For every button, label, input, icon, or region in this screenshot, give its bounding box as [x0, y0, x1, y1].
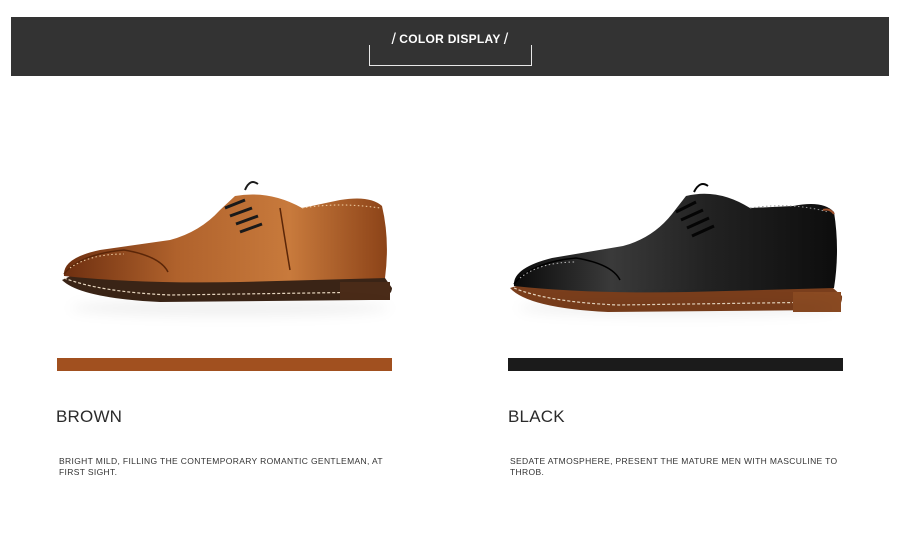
- slash-icon: /: [503, 31, 509, 48]
- shoe-shadow: [518, 300, 838, 316]
- color-name-brown: BROWN: [56, 407, 123, 426]
- color-name-black: BLACK: [508, 407, 565, 426]
- slash-icon: /: [391, 31, 397, 48]
- color-description-brown: BRIGHT MILD, FILLING THE CONTEMPORARY RO…: [59, 456, 383, 477]
- brown-shoe-panel: [40, 150, 410, 360]
- black-shoe-panel: [488, 150, 858, 360]
- shoe-shadow: [70, 300, 390, 316]
- header-title: / COLOR DISPLAY /: [369, 30, 531, 49]
- brown-shoe-image: [62, 181, 392, 302]
- black-shoe-image: [510, 183, 843, 312]
- brown-color-swatch: [57, 358, 392, 371]
- black-color-swatch: [508, 358, 843, 371]
- header-title-text: COLOR DISPLAY: [399, 32, 501, 46]
- color-description-black: SEDATE ATMOSPHERE, PRESENT THE MATURE ME…: [510, 456, 838, 477]
